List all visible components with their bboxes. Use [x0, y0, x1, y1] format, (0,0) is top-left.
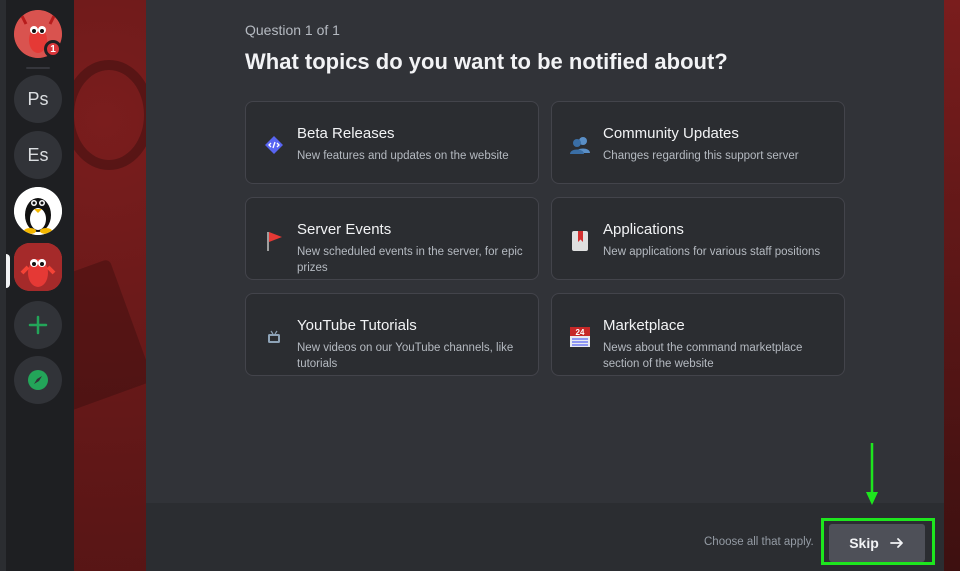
- add-server-button[interactable]: [14, 301, 62, 349]
- backdrop-decoration: [74, 60, 154, 170]
- option-title: Community Updates: [603, 125, 739, 142]
- option-title: YouTube Tutorials: [297, 317, 417, 334]
- onboarding-question-modal: Question 1 of 1 What topics do you want …: [146, 0, 944, 571]
- lobster-avatar-icon: [14, 243, 62, 291]
- compass-icon: [28, 370, 48, 390]
- option-title: Marketplace: [603, 317, 685, 334]
- selected-server-pill: [6, 254, 10, 288]
- people-icon: [569, 134, 591, 156]
- annotation-highlight-box: [821, 518, 935, 565]
- backdrop-decoration: [74, 258, 154, 412]
- option-description: New features and updates on the website: [297, 150, 509, 162]
- bookmark-icon: [569, 230, 591, 252]
- question-title: What topics do you want to be notified a…: [245, 49, 728, 74]
- plus-icon: [28, 315, 48, 335]
- question-counter: Question 1 of 1: [245, 22, 340, 38]
- option-server-events[interactable]: Server Events New scheduled events in th…: [245, 197, 539, 280]
- backdrop-right-edge: [944, 0, 960, 571]
- penguin-icon: [14, 187, 62, 235]
- option-youtube-tutorials[interactable]: YouTube Tutorials New videos on our YouT…: [245, 293, 539, 376]
- explore-servers-button[interactable]: [14, 356, 62, 404]
- option-description: New scheduled events in the server, for …: [297, 246, 523, 274]
- option-description: News about the command marketplace secti…: [603, 342, 803, 370]
- annotation-arrow-icon: [866, 443, 878, 505]
- calendar-icon: 24: [569, 326, 591, 348]
- server-icon-es[interactable]: Es: [14, 131, 62, 179]
- code-icon: [263, 134, 285, 156]
- option-beta-releases[interactable]: Beta Releases New features and updates o…: [245, 101, 539, 184]
- option-description: New videos on our YouTube channels, like…: [297, 342, 514, 370]
- red-flag-icon: [263, 230, 285, 252]
- option-applications[interactable]: Applications New applications for variou…: [551, 197, 845, 280]
- choose-all-hint: Choose all that apply.: [704, 536, 814, 548]
- option-description: New applications for various staff posit…: [603, 246, 821, 258]
- svg-text:24: 24: [576, 328, 585, 337]
- option-title: Server Events: [297, 221, 392, 238]
- option-description: Changes regarding this support server: [603, 150, 799, 162]
- server-icon-lobster-selected[interactable]: [14, 243, 62, 291]
- notification-badge: 1: [44, 40, 62, 58]
- tv-icon: [263, 326, 285, 348]
- option-marketplace[interactable]: 24 Marketplace News about the command ma…: [551, 293, 845, 376]
- option-title: Applications: [603, 221, 684, 238]
- option-community-updates[interactable]: Community Updates Changes regarding this…: [551, 101, 845, 184]
- server-icon-ps[interactable]: Ps: [14, 75, 62, 123]
- server-icon-linux[interactable]: [14, 187, 62, 235]
- server-divider: [26, 67, 50, 69]
- option-title: Beta Releases: [297, 125, 395, 142]
- server-rail: 1 Ps Es: [6, 0, 74, 571]
